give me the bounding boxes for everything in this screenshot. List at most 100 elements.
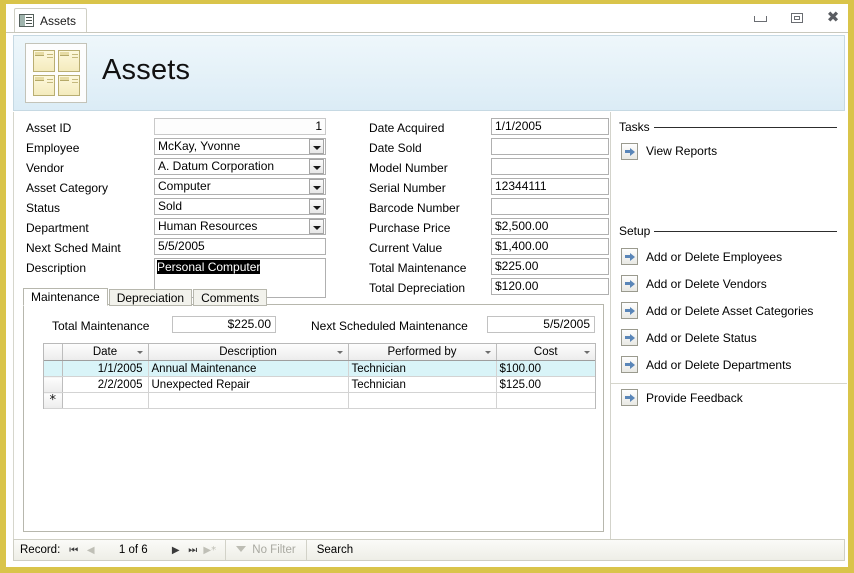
- setup-list: Add or Delete Employees Add or Delete Ve…: [619, 243, 837, 378]
- document-tab-assets[interactable]: Assets: [14, 8, 88, 32]
- purchase-price-field[interactable]: $2,500.00: [491, 218, 609, 235]
- chevron-down-icon[interactable]: [484, 351, 491, 354]
- cell-performed-by-new[interactable]: [348, 392, 497, 409]
- maintenance-table: Date Description Performed by Cost 1/1/2…: [44, 344, 595, 409]
- cell-date[interactable]: 1/1/2005: [62, 360, 149, 377]
- next-record-icon[interactable]: ▶: [168, 543, 183, 558]
- filter-status[interactable]: No Filter: [226, 540, 307, 560]
- total-maintenance-label: Total Maintenance: [369, 261, 467, 275]
- folder-icon: [33, 50, 55, 72]
- asset-id-label: Asset ID: [26, 121, 72, 135]
- chevron-down-icon[interactable]: [136, 351, 143, 354]
- minimize-icon[interactable]: [752, 10, 770, 26]
- sidebar-item-add-delete-departments[interactable]: Add or Delete Departments: [619, 351, 837, 378]
- current-value-field[interactable]: $1,400.00: [491, 238, 609, 255]
- asset-category-label: Asset Category: [26, 181, 109, 195]
- column-header-performed-by[interactable]: Performed by: [348, 344, 497, 361]
- cell-performed-by[interactable]: Technician: [348, 360, 497, 377]
- sidebar-item-add-delete-status[interactable]: Add or Delete Status: [619, 324, 837, 351]
- status-bar: Record: ⏮ ◀ 1 of 6 ▶ ⏭ ▶* No Filter Sear…: [13, 539, 845, 561]
- column-header-description[interactable]: Description: [148, 344, 349, 361]
- middle-field-column: Date Acquired 1/1/2005 Date Sold Model N…: [369, 118, 609, 298]
- column-header-date-label: Date: [92, 346, 118, 358]
- cell-performed-by[interactable]: Technician: [348, 376, 497, 393]
- chevron-down-icon[interactable]: [309, 179, 324, 194]
- field-row-date-sold: Date Sold: [369, 138, 609, 158]
- employee-combo[interactable]: McKay, Yvonne: [154, 138, 326, 155]
- last-record-icon[interactable]: ⏭: [185, 543, 200, 558]
- asset-category-combo[interactable]: Computer: [154, 178, 326, 195]
- total-depreciation-field[interactable]: $120.00: [491, 278, 609, 295]
- asset-id-field[interactable]: 1: [154, 118, 326, 135]
- row-selector[interactable]: [44, 360, 63, 377]
- sidebar-item-provide-feedback[interactable]: Provide Feedback: [611, 384, 847, 411]
- current-value-label: Current Value: [369, 241, 443, 255]
- tasks-group-title: Tasks: [619, 120, 654, 134]
- barcode-number-field[interactable]: [491, 198, 609, 215]
- chevron-down-icon[interactable]: [309, 139, 324, 154]
- tab-maintenance[interactable]: Maintenance: [23, 288, 108, 306]
- chevron-down-icon[interactable]: [309, 199, 324, 214]
- status-combo[interactable]: Sold: [154, 198, 326, 215]
- column-header-cost[interactable]: Cost: [496, 344, 595, 361]
- search-box[interactable]: Search: [307, 540, 363, 560]
- tab-strip: Maintenance Depreciation Comments: [23, 288, 268, 306]
- vendor-combo[interactable]: A. Datum Corporation: [154, 158, 326, 175]
- tab-control: Maintenance Depreciation Comments Total …: [23, 288, 604, 532]
- chevron-down-icon[interactable]: [584, 351, 590, 354]
- model-number-field[interactable]: [491, 158, 609, 175]
- column-header-performed-by-label: Performed by: [387, 346, 457, 358]
- model-number-label: Model Number: [369, 161, 448, 175]
- tab-comments[interactable]: Comments: [193, 289, 268, 306]
- filter-label: No Filter: [252, 544, 296, 556]
- table-row[interactable]: 1/1/2005 Annual Maintenance Technician $…: [44, 360, 595, 377]
- restore-icon[interactable]: [788, 10, 806, 26]
- column-header-date[interactable]: Date: [62, 344, 149, 361]
- cell-date[interactable]: 2/2/2005: [62, 376, 149, 393]
- form-header-banner: Assets: [13, 35, 845, 111]
- chevron-down-icon[interactable]: [309, 159, 324, 174]
- new-record-marker[interactable]: *: [44, 392, 63, 409]
- next-sched-maint-field[interactable]: 5/5/2005: [154, 238, 326, 255]
- sidebar-item-label: Provide Feedback: [646, 390, 743, 405]
- subform-next-scheduled-value[interactable]: 5/5/2005: [487, 316, 595, 333]
- previous-record-icon[interactable]: ◀: [83, 543, 98, 558]
- folder-icon: [33, 74, 55, 96]
- next-sched-maint-label: Next Sched Maint: [26, 241, 121, 255]
- field-row-vendor: Vendor A. Datum Corporation: [26, 158, 326, 178]
- cell-description-new[interactable]: [148, 392, 349, 409]
- record-position[interactable]: 1 of 6: [100, 544, 166, 556]
- department-combo[interactable]: Human Resources: [154, 218, 326, 235]
- total-maintenance-field[interactable]: $225.00: [491, 258, 609, 275]
- row-selector[interactable]: [44, 376, 63, 393]
- date-acquired-field[interactable]: 1/1/2005: [491, 118, 609, 135]
- tab-depreciation[interactable]: Depreciation: [108, 289, 193, 306]
- cell-date-new[interactable]: [62, 392, 149, 409]
- close-icon[interactable]: ✖: [824, 10, 842, 26]
- field-row-date-acquired: Date Acquired 1/1/2005: [369, 118, 609, 138]
- field-row-current-value: Current Value $1,400.00: [369, 238, 609, 258]
- cell-cost[interactable]: $100.00: [496, 360, 595, 377]
- subform-total-maintenance-value[interactable]: $225.00: [172, 316, 276, 333]
- arrow-action-icon: [621, 356, 638, 373]
- first-record-icon[interactable]: ⏮: [66, 543, 81, 558]
- sidebar-item-view-reports[interactable]: View Reports: [619, 139, 837, 163]
- sidebar-item-label: Add or Delete Employees: [646, 249, 783, 264]
- chevron-down-icon[interactable]: [309, 219, 324, 234]
- sidebar-item-add-delete-asset-categories[interactable]: Add or Delete Asset Categories: [619, 297, 837, 324]
- date-sold-field[interactable]: [491, 138, 609, 155]
- cell-cost-new[interactable]: [496, 392, 595, 409]
- new-record-icon[interactable]: ▶*: [202, 543, 217, 558]
- table-row[interactable]: 2/2/2005 Unexpected Repair Technician $1…: [44, 376, 595, 393]
- sidebar-item-add-delete-employees[interactable]: Add or Delete Employees: [619, 243, 837, 270]
- cell-description[interactable]: Annual Maintenance: [148, 360, 349, 377]
- new-record-row[interactable]: *: [44, 392, 595, 409]
- chevron-down-icon[interactable]: [336, 351, 343, 354]
- serial-number-field[interactable]: 12344111: [491, 178, 609, 195]
- sidebar-item-add-delete-vendors[interactable]: Add or Delete Vendors: [619, 270, 837, 297]
- cell-description[interactable]: Unexpected Repair: [148, 376, 349, 393]
- cell-cost[interactable]: $125.00: [496, 376, 595, 393]
- field-row-status: Status Sold: [26, 198, 326, 218]
- tasks-list: View Reports: [619, 139, 837, 163]
- date-acquired-label: Date Acquired: [369, 121, 445, 135]
